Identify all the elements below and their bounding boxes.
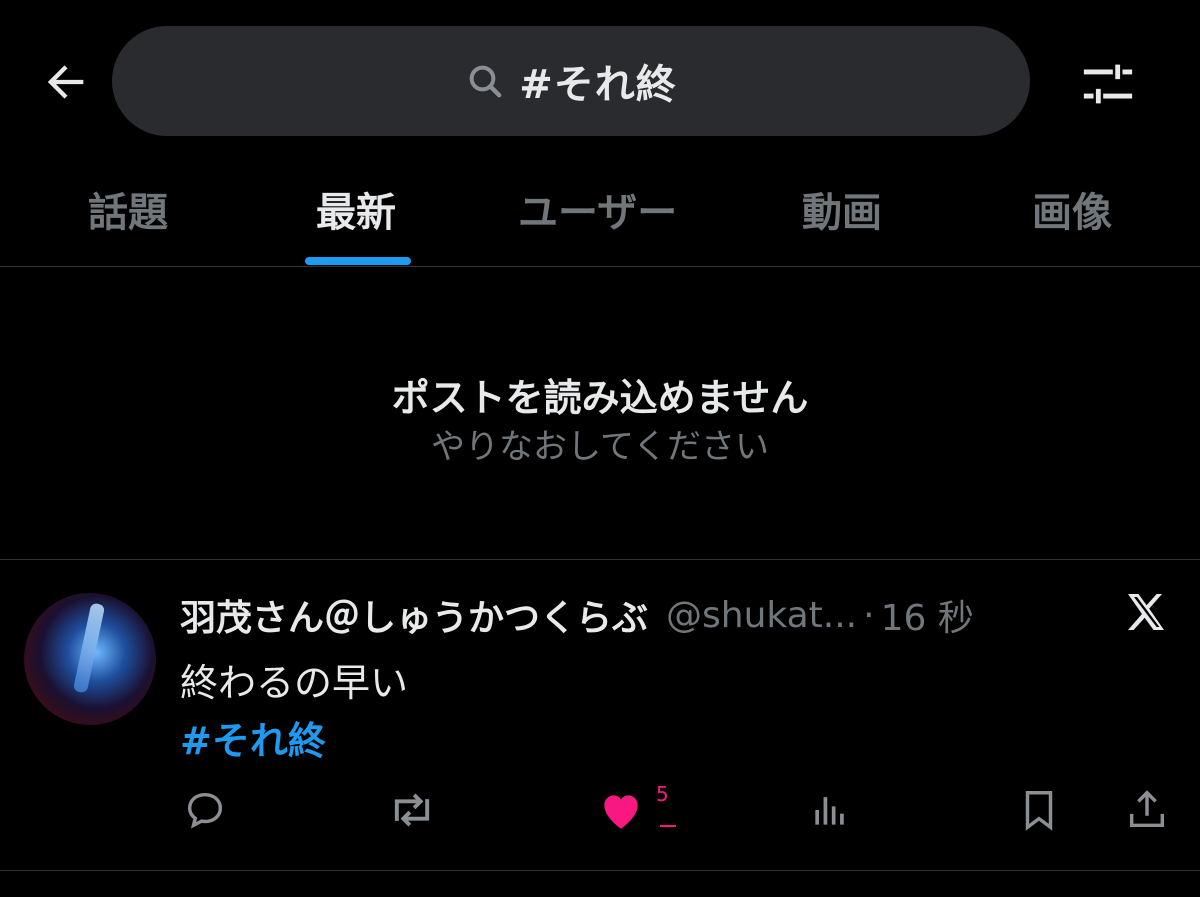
error-title: ポストを読み込めません bbox=[391, 376, 809, 420]
post-text: 終わるの早い bbox=[180, 661, 409, 705]
tab-people[interactable]: ユーザー bbox=[518, 180, 677, 238]
share-button[interactable] bbox=[1124, 782, 1170, 838]
post-card[interactable]: 羽茂さん＠しゅうかつくらぶ @shukat... · 16 秒 終わるの早い #… bbox=[0, 560, 1200, 871]
like-count-underline bbox=[660, 825, 676, 827]
avatar[interactable] bbox=[24, 593, 156, 725]
search-filter-button[interactable] bbox=[1076, 52, 1140, 116]
header-separator: · bbox=[863, 594, 875, 636]
user-handle[interactable]: @shukat... bbox=[666, 595, 857, 636]
error-retry-text[interactable]: やりなおしてください bbox=[0, 419, 1200, 468]
like-button[interactable]: 5 bbox=[596, 782, 669, 838]
post-hashtag-link[interactable]: #それ終 bbox=[180, 710, 326, 765]
tab-videos[interactable]: 動画 bbox=[802, 180, 882, 238]
search-input[interactable]: #それ終 bbox=[112, 26, 1030, 136]
tab-top[interactable]: 話題 bbox=[88, 180, 168, 238]
active-tab-indicator bbox=[305, 257, 411, 265]
tab-latest[interactable]: 最新 bbox=[316, 180, 396, 238]
load-error-panel[interactable]: ポストを読み込めません やりなおしてください bbox=[0, 267, 1200, 560]
reply-button[interactable] bbox=[182, 782, 228, 838]
repost-icon bbox=[394, 793, 430, 827]
views-bar-icon bbox=[815, 797, 844, 825]
search-icon bbox=[469, 65, 502, 98]
display-name[interactable]: 羽茂さん＠しゅうかつくらぶ bbox=[180, 589, 648, 641]
views-button[interactable] bbox=[808, 782, 852, 838]
post-time[interactable]: 16 秒 bbox=[881, 589, 974, 641]
arrow-left-icon bbox=[47, 65, 84, 99]
repost-button[interactable] bbox=[386, 782, 438, 838]
bookmark-button[interactable] bbox=[1016, 782, 1062, 838]
post-header: 羽茂さん＠しゅうかつくらぶ @shukat... · 16 秒 bbox=[180, 590, 974, 640]
x-logo-icon[interactable] bbox=[1122, 588, 1170, 636]
heart-filled-icon bbox=[604, 795, 638, 829]
top-bar: #それ終 bbox=[0, 0, 1200, 160]
reply-icon bbox=[187, 792, 223, 829]
share-icon bbox=[1129, 790, 1165, 828]
search-query: #それ終 bbox=[519, 62, 677, 108]
post-actions: 5 bbox=[0, 782, 1200, 842]
search-tabs: 話題 最新 ユーザー 動画 画像 bbox=[0, 160, 1200, 267]
like-count: 5 bbox=[656, 782, 669, 806]
back-button[interactable] bbox=[36, 52, 96, 112]
filter-sliders-icon bbox=[1083, 64, 1133, 104]
bookmark-icon bbox=[1025, 791, 1053, 831]
tab-images[interactable]: 画像 bbox=[1032, 180, 1112, 238]
